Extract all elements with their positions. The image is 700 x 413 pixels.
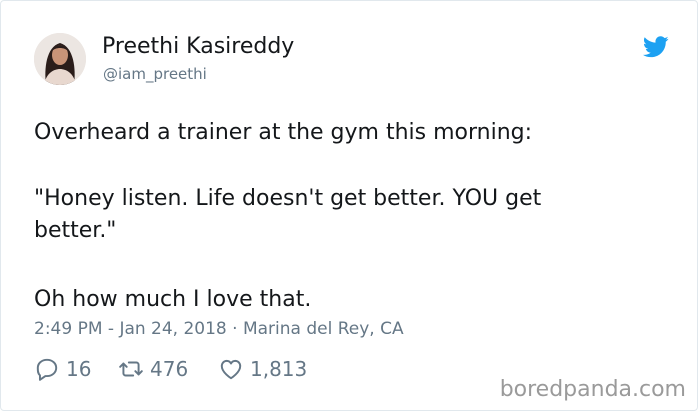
like-button[interactable]: 1,813 (218, 356, 307, 382)
retweet-button[interactable]: 476 (118, 356, 188, 382)
tweet-card: Preethi Kasireddy @iam_preethi Overheard… (0, 0, 698, 411)
reply-button[interactable]: 16 (34, 356, 91, 382)
like-count: 1,813 (250, 357, 308, 381)
tweet-text-line: Overheard a trainer at the gym this morn… (34, 120, 533, 145)
author-handle[interactable]: @iam_preethi (103, 65, 207, 83)
retweet-icon (119, 361, 143, 377)
tweet-text-line: Oh how much I love that. (34, 287, 312, 312)
tweet-timestamp-location[interactable]: 2:49 PM - Jan 24, 2018 · Marina del Rey,… (34, 319, 404, 339)
watermark: boredpanda.com (499, 377, 686, 402)
tweet-text-line: better." (34, 218, 117, 243)
tweet-text-line: "Honey listen. Life doesn't get better. … (34, 186, 542, 211)
heart-icon (220, 359, 242, 380)
author-name[interactable]: Preethi Kasireddy (102, 34, 294, 59)
avatar[interactable] (34, 33, 86, 85)
twitter-bird-icon[interactable] (643, 35, 669, 59)
reply-count: 16 (66, 357, 92, 381)
reply-icon (36, 358, 58, 381)
profile-photo-icon (34, 33, 86, 85)
retweet-count: 476 (150, 357, 189, 381)
